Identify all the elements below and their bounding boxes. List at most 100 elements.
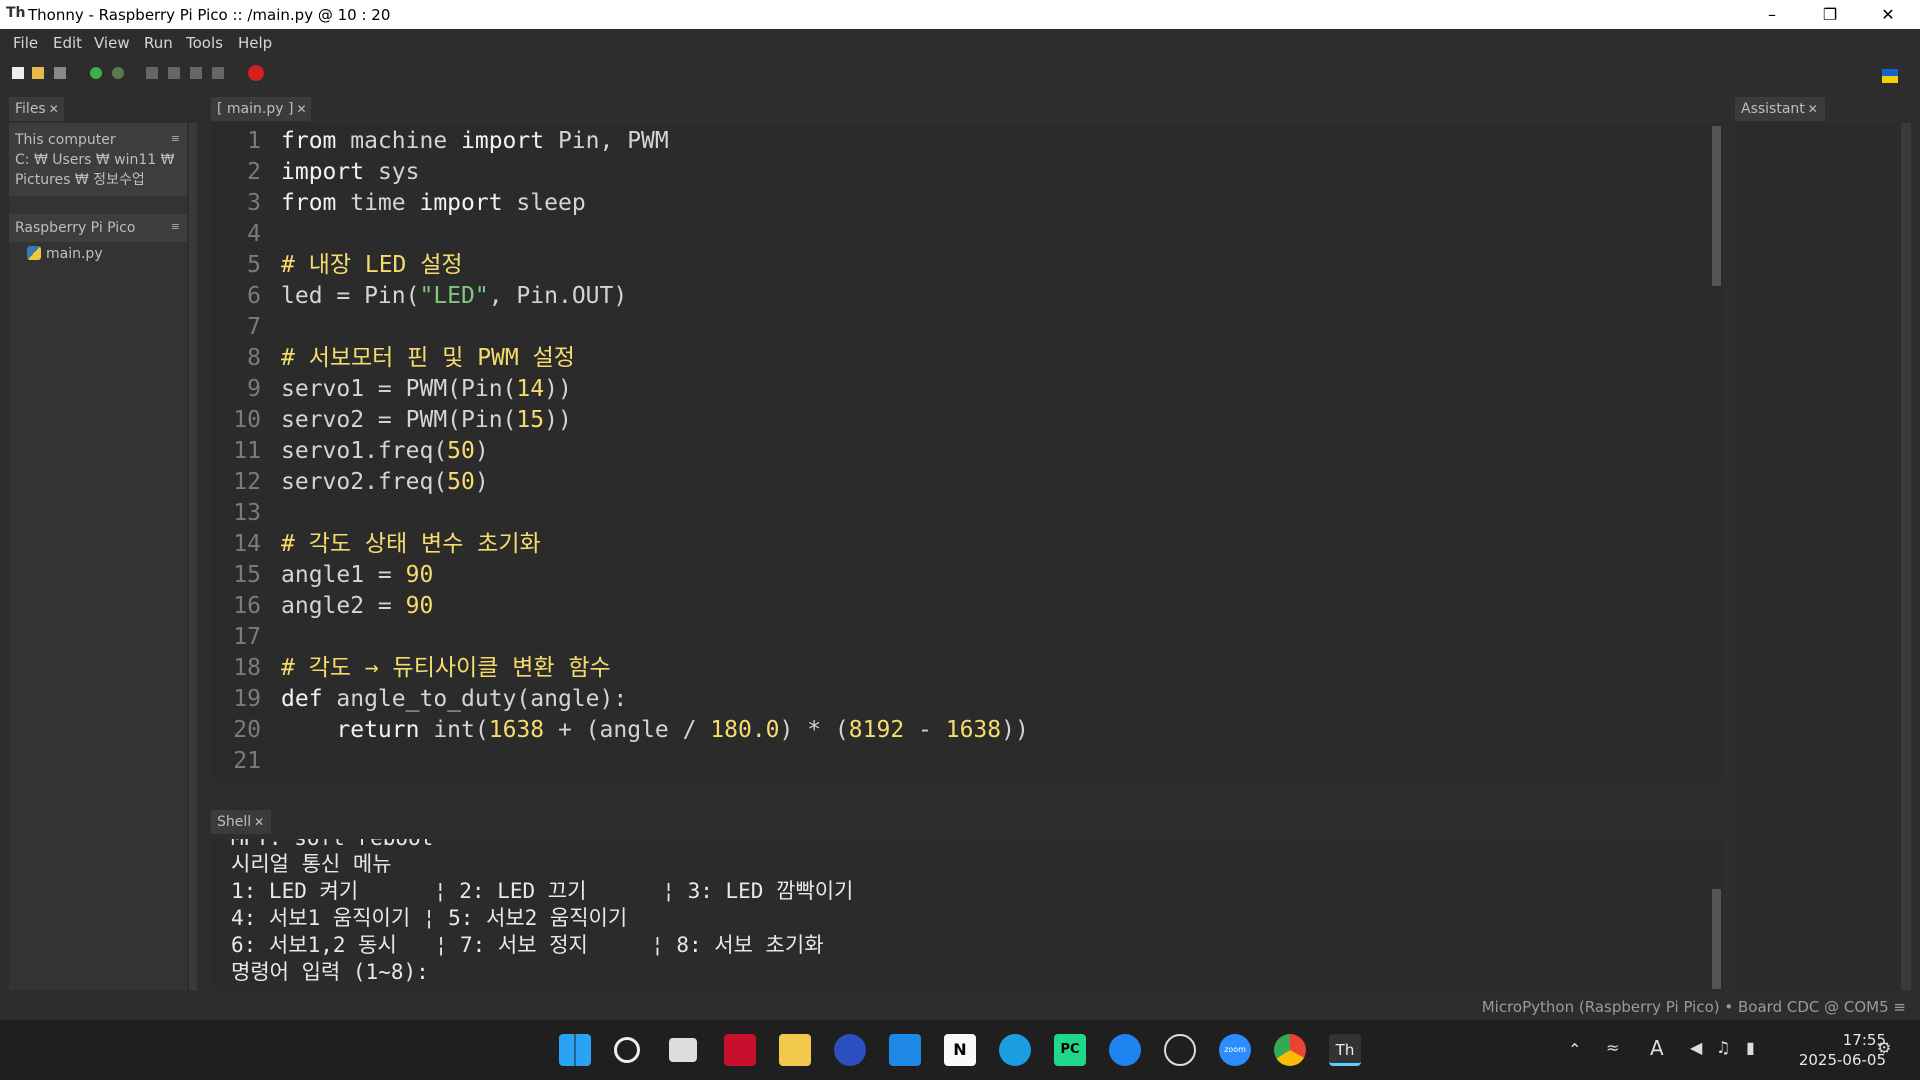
files-scrollbar[interactable] [189, 123, 197, 990]
shell-prompt[interactable]: 명령어 입력 (1~8): [231, 959, 429, 986]
code-token: , Pin.OUT) [488, 283, 628, 309]
open-file-icon[interactable] [32, 67, 44, 79]
menu-bar: File Edit View Run Tools Help [0, 29, 1920, 58]
code-token: def [281, 686, 323, 712]
device-file-item[interactable]: main.py [27, 246, 103, 262]
code-line[interactable]: angle1 = 90 [281, 560, 433, 591]
volume-icon[interactable]: ♫ [1716, 1038, 1730, 1057]
code-token: angle1 = [281, 562, 406, 588]
shell-tab[interactable]: Shell ✕ [211, 810, 271, 834]
step-into-icon[interactable] [168, 67, 180, 79]
files-tab[interactable]: Files ✕ [9, 97, 64, 121]
taskbar: N PC zoom Th ⌃ ≈ A ◀ ♫ ▮ 17:55 2025-06-0… [0, 1020, 1920, 1080]
code-token: + (angle / [544, 717, 711, 743]
code-line[interactable]: angle2 = 90 [281, 591, 433, 622]
shell-scrollbar[interactable] [1712, 889, 1721, 989]
search-icon[interactable] [614, 1037, 640, 1063]
code-line[interactable]: # 내장 LED 설정 [281, 250, 463, 281]
code-line[interactable]: # 각도 상태 변수 초기화 [281, 529, 541, 560]
notification-icon[interactable]: ⚙ [1877, 1038, 1891, 1057]
code-token: # 각도 → 듀티사이클 변환 함수 [281, 655, 611, 681]
device-menu-icon[interactable]: ≡ [171, 220, 180, 233]
code-line[interactable]: servo2.freq(50) [281, 467, 489, 498]
code-token: import [461, 128, 545, 154]
assistant-tab-close-icon[interactable]: ✕ [1808, 102, 1818, 116]
section-menu-icon[interactable]: ≡ [171, 129, 180, 149]
assistant-tab[interactable]: Assistant ✕ [1735, 97, 1825, 121]
debug-icon[interactable] [112, 67, 124, 79]
menu-edit[interactable]: Edit [53, 34, 82, 52]
acrobat-icon[interactable] [724, 1034, 756, 1066]
code-token: angle_to_duty(angle): [322, 686, 628, 712]
code-line[interactable]: from time import sleep [281, 188, 586, 219]
restore-button[interactable]: ❐ [1801, 0, 1859, 29]
editor-tab-close-icon[interactable]: ✕ [296, 102, 306, 116]
editor-tab-label: [ main.py ] [217, 101, 294, 117]
code-token: # 내장 LED 설정 [281, 252, 463, 278]
assistant-scrollbar[interactable] [1901, 123, 1911, 990]
close-window-button[interactable]: ✕ [1859, 0, 1917, 29]
code-line[interactable]: servo1.freq(50) [281, 436, 489, 467]
code-token: sleep [502, 190, 586, 216]
save-icon[interactable] [54, 67, 66, 79]
ime-indicator[interactable]: A [1650, 1036, 1664, 1060]
chevron-up-icon[interactable]: ⌃ [1568, 1040, 1581, 1059]
stop-icon[interactable] [248, 65, 264, 81]
code-line[interactable]: led = Pin("LED", Pin.OUT) [281, 281, 627, 312]
editor-scrollbar[interactable] [1712, 126, 1721, 286]
assistant-panel [1735, 123, 1901, 990]
code-line[interactable]: servo1 = PWM(Pin(14)) [281, 374, 572, 405]
computer-path-line-2[interactable]: Pictures ₩ 정보수업 [15, 170, 181, 190]
code-line[interactable]: from machine import Pin, PWM [281, 126, 669, 157]
menu-file[interactable]: File [13, 34, 38, 52]
code-line[interactable]: # 각도 → 듀티사이클 변환 함수 [281, 653, 611, 684]
computer-path-line-1[interactable]: C: ₩ Users ₩ win11 ₩ [15, 150, 181, 170]
shell-panel[interactable]: MPY: soft reboot 시리얼 통신 메뉴 1: LED 켜기 ¦ 2… [211, 839, 1723, 991]
code-area[interactable]: 1 from machine import Pin, PWM 2 import sys… [211, 126, 1711, 783]
code-token: "LED" [419, 283, 489, 309]
menu-run[interactable]: Run [144, 34, 173, 52]
wifi-icon[interactable]: ◀ [1690, 1038, 1702, 1057]
shell-tab-label: Shell [217, 814, 252, 830]
menu-help[interactable]: Help [238, 34, 272, 52]
code-line[interactable]: servo2 = PWM(Pin(15)) [281, 405, 572, 436]
code-token: return [336, 717, 420, 743]
code-line[interactable]: return int(1638 + (angle / 180.0) * (819… [281, 715, 1028, 746]
task-view-icon[interactable] [669, 1038, 697, 1062]
run-icon[interactable] [90, 67, 102, 79]
code-line[interactable]: import sys [281, 157, 419, 188]
line-number: 9 [247, 376, 261, 402]
edge-icon[interactable] [999, 1034, 1031, 1066]
app-store-icon[interactable] [1109, 1034, 1141, 1066]
pycharm-icon[interactable]: PC [1054, 1034, 1086, 1066]
code-line[interactable]: # 서보모터 핀 및 PWM 설정 [281, 343, 575, 374]
thonny-icon[interactable]: Th [1329, 1034, 1361, 1066]
step-over-icon[interactable] [146, 67, 158, 79]
interpreter-status[interactable]: MicroPython (Raspberry Pi Pico) • Board … [1482, 998, 1906, 1016]
shell-tab-close-icon[interactable]: ✕ [254, 815, 264, 829]
menu-view[interactable]: View [94, 34, 130, 52]
files-tab-close-icon[interactable]: ✕ [49, 102, 59, 116]
menu-tools[interactable]: Tools [186, 34, 223, 52]
app-icon[interactable] [834, 1034, 866, 1066]
step-out-icon[interactable] [190, 67, 202, 79]
battery-icon[interactable]: ▮ [1746, 1038, 1755, 1057]
vscode-icon[interactable] [889, 1034, 921, 1066]
minimize-button[interactable]: – [1743, 0, 1801, 29]
clock[interactable]: 17:55 2025-06-05 [1799, 1030, 1886, 1070]
thonny-logo-icon: Th [6, 5, 26, 21]
windows-icon[interactable] [559, 1034, 591, 1066]
file-explorer-icon[interactable] [779, 1034, 811, 1066]
new-file-icon[interactable] [12, 67, 24, 79]
obs-icon[interactable] [1164, 1034, 1196, 1066]
chrome-icon[interactable] [1274, 1034, 1306, 1066]
line-number: 19 [233, 686, 261, 712]
ukraine-flag-icon[interactable] [1882, 69, 1898, 83]
editor-tab-main[interactable]: [ main.py ] ✕ [211, 97, 311, 121]
resume-icon[interactable] [212, 67, 224, 79]
network-tray-icon[interactable]: ≈ [1606, 1038, 1619, 1057]
code-line[interactable]: def angle_to_duty(angle): [281, 684, 627, 715]
notion-icon[interactable]: N [944, 1034, 976, 1066]
zoom-icon[interactable]: zoom [1219, 1034, 1251, 1066]
